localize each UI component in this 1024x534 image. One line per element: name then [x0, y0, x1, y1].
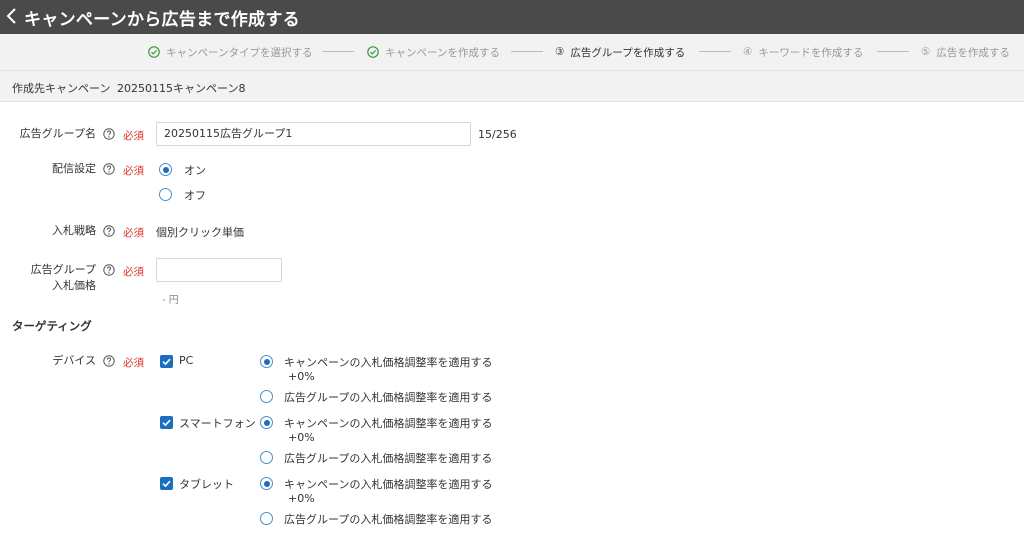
step-create-keywords: ④ キーワードを作成する: [743, 45, 863, 59]
pc-campaign-adjust-label[interactable]: キャンペーンの入札価格調整率を適用する: [284, 354, 492, 370]
target-campaign-name: 20250115キャンペーン8: [117, 82, 246, 95]
top-bar: キャンペーンから広告まで作成する: [0, 0, 1024, 34]
help-icon[interactable]: [103, 225, 115, 237]
smartphone-campaign-adjust-label[interactable]: キャンペーンの入札価格調整率を適用する: [284, 415, 492, 431]
bid-price-input[interactable]: [156, 258, 282, 282]
chevron-left-icon[interactable]: [4, 4, 20, 28]
pc-campaign-adjust-radio[interactable]: [260, 355, 273, 368]
bid-price-label-line1: 広告グループ: [30, 263, 96, 276]
delivery-off-label[interactable]: オフ: [184, 187, 206, 203]
target-campaign-bar: 作成先キャンペーン 20250115キャンペーン8: [0, 70, 1024, 102]
tablet-campaign-adjust-label[interactable]: キャンペーンの入札価格調整率を適用する: [284, 476, 492, 492]
tablet-campaign-adjust-radio[interactable]: [260, 477, 273, 490]
device-tablet-label[interactable]: タブレット: [179, 476, 234, 492]
bid-strategy-value: 個別クリック単価: [156, 226, 244, 239]
delivery-setting-label: 配信設定: [52, 162, 96, 175]
device-smartphone-checkbox[interactable]: [160, 416, 173, 429]
step-divider: [877, 51, 909, 52]
pc-adjust-rate: +0%: [288, 370, 315, 383]
bid-price-label-line2: 入札価格: [52, 279, 96, 292]
page-title: キャンペーンから広告まで作成する: [24, 10, 300, 30]
help-icon[interactable]: [103, 128, 115, 140]
step-divider: [322, 51, 354, 52]
required-badge: 必須: [123, 357, 144, 369]
required-badge: 必須: [123, 130, 144, 142]
step-create-campaign: キャンペーンを作成する: [367, 45, 500, 59]
ad-group-name-label: 広告グループ名: [19, 127, 96, 140]
step-label: 広告を作成する: [936, 46, 1010, 59]
step-label: キャンペーンを作成する: [385, 46, 500, 59]
smartphone-group-adjust-label[interactable]: 広告グループの入札価格調整率を適用する: [284, 450, 492, 466]
device-smartphone-label[interactable]: スマートフォン: [179, 415, 256, 431]
device-pc-label[interactable]: PC: [179, 354, 193, 367]
ad-group-name-input[interactable]: 20250115広告グループ1: [156, 122, 471, 146]
tablet-group-adjust-label[interactable]: 広告グループの入札価格調整率を適用する: [284, 511, 492, 527]
step-number: ④: [743, 46, 753, 58]
step-label: キャンペーンタイプを選択する: [166, 46, 313, 59]
target-campaign-label: 作成先キャンペーン: [12, 82, 111, 95]
bid-price-hint: - 円: [162, 295, 179, 306]
pc-group-adjust-label[interactable]: 広告グループの入札価格調整率を適用する: [284, 389, 492, 405]
step-select-campaign-type: キャンペーンタイプを選択する: [148, 45, 312, 59]
device-label: デバイス: [52, 354, 96, 367]
step-label: キーワードを作成する: [758, 46, 864, 59]
help-icon[interactable]: [103, 355, 115, 367]
step-create-ads: ⑤ 広告を作成する: [921, 45, 1010, 59]
tablet-group-adjust-radio[interactable]: [260, 512, 273, 525]
help-icon[interactable]: [103, 163, 115, 175]
pc-group-adjust-radio[interactable]: [260, 390, 273, 403]
smartphone-campaign-adjust-radio[interactable]: [260, 416, 273, 429]
tablet-adjust-rate: +0%: [288, 492, 315, 505]
bid-strategy-label: 入札戦略: [52, 224, 96, 237]
device-pc-checkbox[interactable]: [160, 355, 173, 368]
delivery-off-radio[interactable]: [159, 188, 172, 201]
delivery-on-radio[interactable]: [159, 163, 172, 176]
step-number: ⑤: [921, 46, 931, 58]
required-badge: 必須: [123, 227, 144, 239]
required-badge: 必須: [123, 266, 144, 278]
help-icon[interactable]: [103, 264, 115, 276]
step-label: 広告グループを作成する: [570, 46, 686, 59]
step-number: ③: [555, 46, 565, 58]
check-circle-icon: [367, 46, 379, 58]
step-divider: [699, 51, 731, 52]
progress-steps: キャンペーンタイプを選択する キャンペーンを作成する ③ 広告グループを作成する…: [0, 34, 1024, 70]
check-circle-icon: [148, 46, 160, 58]
smartphone-group-adjust-radio[interactable]: [260, 451, 273, 464]
step-create-ad-group: ③ 広告グループを作成する: [555, 45, 685, 59]
char-counter: 15/256: [478, 128, 517, 141]
delivery-on-label[interactable]: オン: [184, 162, 206, 178]
smartphone-adjust-rate: +0%: [288, 431, 315, 444]
device-tablet-checkbox[interactable]: [160, 477, 173, 490]
step-divider: [511, 51, 543, 52]
required-badge: 必須: [123, 165, 144, 177]
targeting-section-title: ターゲティング: [12, 319, 92, 333]
